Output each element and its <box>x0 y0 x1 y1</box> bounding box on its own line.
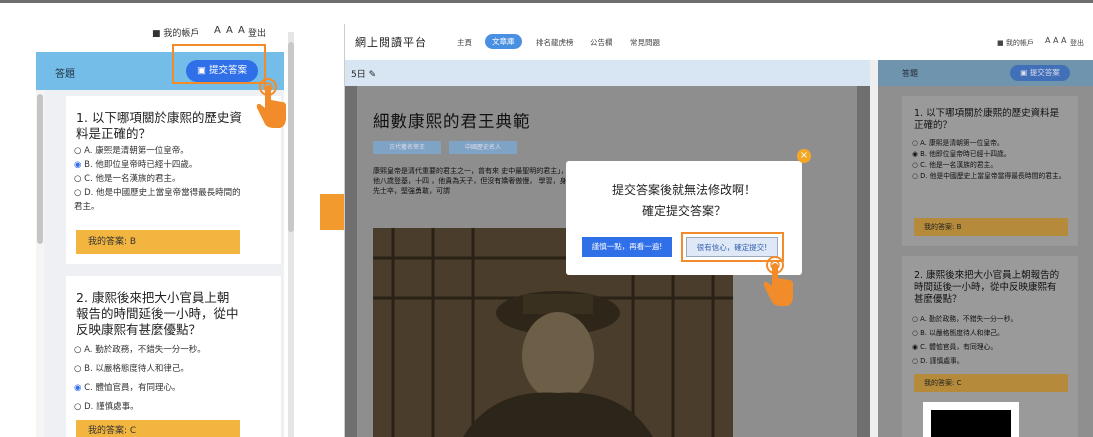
article-title: 細數康熙的君王典範 <box>373 112 531 131</box>
option-c[interactable]: ◉ C. 體恤官員，有同理心。 <box>74 379 244 398</box>
user-icon: ■ <box>152 29 161 39</box>
logout-link[interactable]: 登出 <box>1070 38 1084 48</box>
option-label: A. 康熙是清朝第一位皇帝。 <box>84 146 189 156</box>
sidebar-submit-label: 提交答案 <box>1029 68 1060 77</box>
sidebar-header: 答題 ▣ 提交答案 <box>878 60 1093 86</box>
pointing-hand-icon <box>256 78 286 128</box>
question-text: 2. 康熙後來把大小官員上朝報告的時間延後一小時，從中反映康熙有甚麼優點？ <box>76 290 239 337</box>
option-label: B. 他即位皇帝時已經十四歲。 <box>84 160 198 170</box>
option-label: A. 勤於政務，不錯失一分一秒。 <box>84 345 206 355</box>
black-video-area <box>931 410 1011 437</box>
video-thumbnail <box>923 402 1019 437</box>
options-list: ○ A. 勤於政務，不錯失一分一秒。 ○ B. 以嚴格態度待人和律己。 ◉ C.… <box>74 341 244 417</box>
question-card-2: 2. 康熙後來把大小官員上朝報告的時間延後一小時，從中反映康熙有甚麼優點？ ○ … <box>66 276 281 437</box>
option-c[interactable]: ○ C. 他是一名漢族的君主。 <box>912 160 1072 171</box>
left-scroll-thumb[interactable] <box>288 42 294 232</box>
account-label: 我的帳戶 <box>163 29 200 39</box>
answer-sidebar: 答題 ▣ 提交答案 1. 以下哪項關於康熙的歷史資料是正確的？ ○ A. 康熙是… <box>878 60 1093 437</box>
dialog-message-line2: 確定提交答案？ <box>641 204 726 218</box>
option-label: C. 他是一名漢族的君主。 <box>84 174 181 184</box>
option-b[interactable]: ○ B. 以嚴格態度待人和律己。 <box>74 360 244 379</box>
account-link[interactable]: ■ 我的帳戶 <box>997 38 1034 48</box>
option-label: C. 體恤官員，有同理心。 <box>920 343 998 351</box>
option-label: D. 謹慎處事。 <box>84 402 139 412</box>
nav-home[interactable]: 主頁 <box>457 37 472 48</box>
answer-header-title: 答題 <box>55 69 75 80</box>
inner-scrollbar[interactable] <box>36 90 44 437</box>
option-label: C. 他是一名漢族的君主。 <box>920 161 998 169</box>
option-c[interactable]: ○ C. 他是一名漢族的君主。 <box>74 172 244 186</box>
option-label: A. 康熙是清朝第一位皇帝。 <box>920 139 1004 147</box>
sidebar-submit-button[interactable]: ▣ 提交答案 <box>1010 65 1070 81</box>
option-d[interactable]: ○ D. 他是中國歷史上當皇帝當得最長時間的君主。 <box>74 186 244 214</box>
sidebar-question-card-1: 1. 以下哪項關於康熙的歷史資料是正確的？ ○ A. 康熙是清朝第一位皇帝。 ◉… <box>902 96 1078 246</box>
font-size-control[interactable]: A A A <box>1045 36 1067 45</box>
option-label: D. 他是中國歷史上當皇帝當得最長時間的君主。 <box>74 188 241 212</box>
option-b[interactable]: ◉ B. 他即位皇帝時已經十四歲。 <box>912 149 1072 160</box>
option-b[interactable]: ◉ B. 他即位皇帝時已經十四歲。 <box>74 158 244 172</box>
pencil-icon: ✎ <box>368 70 377 80</box>
option-label: D. 謹慎處事。 <box>920 357 964 365</box>
question-text: 1. 以下哪項關於康熙的歷史資料是正確的？ <box>76 110 242 141</box>
logout-link[interactable]: 登出 <box>248 26 266 39</box>
option-label: D. 他是中國歷史上當皇帝當得最長時間的君主。 <box>920 172 1066 180</box>
my-answer-text: 我的答案: B <box>924 223 962 231</box>
inner-scroll-thumb[interactable] <box>37 94 43 244</box>
option-a[interactable]: ○ A. 康熙是清朝第一位皇帝。 <box>912 138 1072 149</box>
option-label: B. 以嚴格態度待人和律己。 <box>84 364 189 374</box>
my-answer-text: 我的答案: C <box>88 426 137 436</box>
option-a[interactable]: ○ A. 勤於政務，不錯失一分一秒。 <box>74 341 244 360</box>
my-answer-text: 我的答案: B <box>88 237 137 247</box>
question-text: 2. 康熙後來把大小官員上朝報告的時間延後一小時，從中反映康熙有甚麼優點？ <box>914 270 1060 305</box>
my-answer-text: 我的答案: C <box>924 379 962 387</box>
my-answer-box: 我的答案: B <box>76 230 240 254</box>
options-list: ○ A. 勤於政務，不錯失一分一秒。 ○ B. 以嚴格態度待人和律己。 ◉ C.… <box>912 312 1072 368</box>
account-link[interactable]: ■ 我的帳戶 <box>152 26 199 39</box>
article-paragraph: 康熙皇帝是清代重要的君主之一，曾有來 史中最聖明的君主」，他八歲登基，十四 ，他… <box>373 167 568 195</box>
nav-faq[interactable]: 常見問題 <box>630 37 660 48</box>
option-label: B. 他即位皇帝時已經十四歲。 <box>920 150 1011 158</box>
option-d[interactable]: ○ D. 他是中國歷史上當皇帝當得最長時間的君主。 <box>912 171 1072 182</box>
question-text: 1. 以下哪項關於康熙的歷史資料是正確的？ <box>914 108 1060 131</box>
options-list: ○ A. 康熙是清朝第一位皇帝。 ◉ B. 他即位皇帝時已經十四歲。 ○ C. … <box>74 144 244 214</box>
option-c[interactable]: ◉ C. 體恤官員，有同理心。 <box>912 340 1072 354</box>
date-bar: 5日 ✎ <box>345 60 870 86</box>
option-label: B. 以嚴格態度待人和律己。 <box>920 329 1004 337</box>
question-card-1: 1. 以下哪項關於康熙的歷史資料是正確的？ ○ A. 康熙是清朝第一位皇帝。 ◉… <box>66 96 281 264</box>
options-list: ○ A. 康熙是清朝第一位皇帝。 ◉ B. 他即位皇帝時已經十四歲。 ○ C. … <box>912 138 1072 182</box>
left-scrollbar[interactable] <box>288 32 294 437</box>
article-scrollbar[interactable] <box>870 60 878 437</box>
dialog-message-line1: 提交答案後就無法修改啊！ <box>611 183 756 197</box>
my-answer-box: 我的答案: B <box>914 218 1068 236</box>
nav-announcements[interactable]: 公告欄 <box>590 37 613 48</box>
brand-title: 網上閱讀平台 <box>355 36 427 49</box>
option-label: A. 勤於政務，不錯失一分一秒。 <box>920 315 1018 323</box>
option-a[interactable]: ○ A. 康熙是清朝第一位皇帝。 <box>74 144 244 158</box>
tag-chip[interactable]: 古代著名帝王 <box>373 141 441 154</box>
pointing-hand-icon <box>763 256 793 306</box>
option-label: C. 體恤官員，有同理心。 <box>84 383 181 393</box>
nav-article-library[interactable]: 文章庫 <box>485 34 522 49</box>
sidebar-title: 答題 <box>902 69 918 78</box>
tag-chip[interactable]: 中國歷史名人 <box>449 141 517 154</box>
option-a[interactable]: ○ A. 勤於政務，不錯失一分一秒。 <box>912 312 1072 326</box>
option-d[interactable]: ○ D. 謹慎處事。 <box>74 398 244 417</box>
option-b[interactable]: ○ B. 以嚴格態度待人和律己。 <box>912 326 1072 340</box>
font-size-control[interactable]: A A A <box>214 25 246 36</box>
option-d[interactable]: ○ D. 謹慎處事。 <box>912 354 1072 368</box>
my-answer-box: 我的答案: C <box>914 374 1068 392</box>
nav-ranking[interactable]: 排名龍虎榜 <box>536 37 574 48</box>
close-icon[interactable]: × <box>797 149 811 163</box>
date-value: 5日 <box>351 70 366 80</box>
top-nav: 網上閱讀平台 主頁 文章庫 排名龍虎榜 公告欄 常見問題 ■ 我的帳戶 A A … <box>345 24 1093 60</box>
review-again-button[interactable]: 謹慎一點，再看一遍! <box>582 237 672 257</box>
date-text: 5日 ✎ <box>351 67 376 80</box>
my-answer-box: 我的答案: C <box>76 420 240 437</box>
account-label: 我的帳戶 <box>1005 39 1034 47</box>
